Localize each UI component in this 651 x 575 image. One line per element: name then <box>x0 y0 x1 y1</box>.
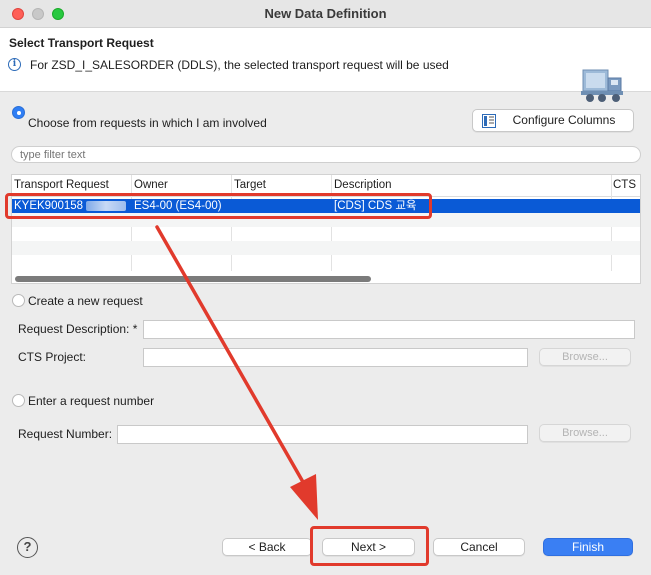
annotation-arrow-icon <box>155 225 318 520</box>
dialog-window: New Data Definition Select Transport Req… <box>0 0 651 575</box>
